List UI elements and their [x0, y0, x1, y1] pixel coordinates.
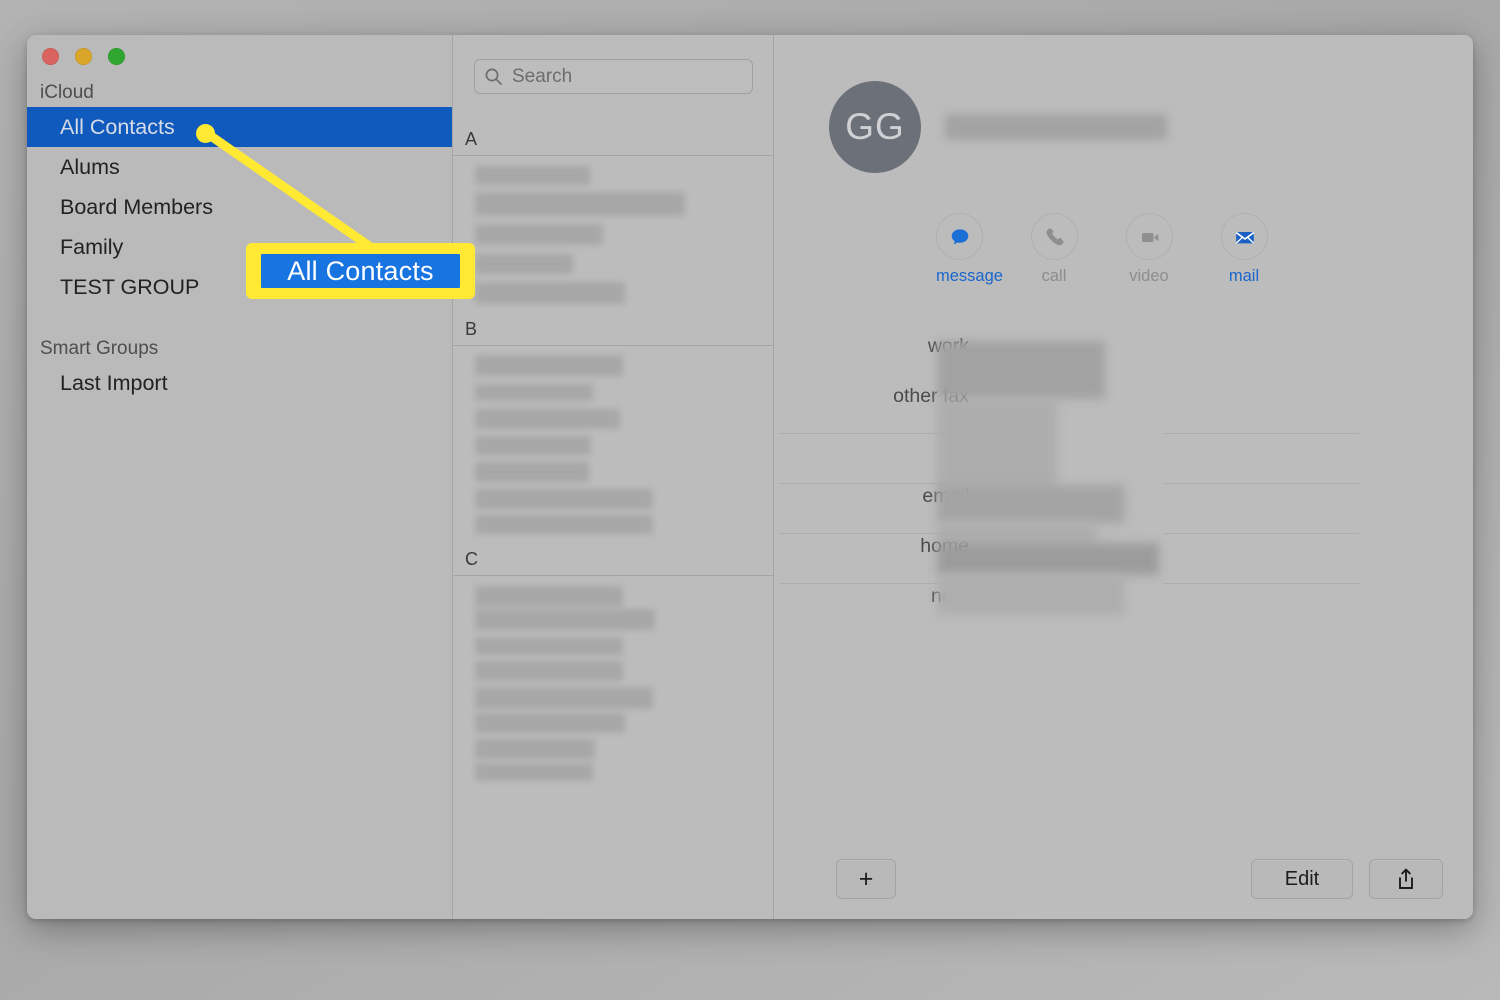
phone-icon — [1046, 227, 1064, 245]
section-letter: C — [453, 540, 773, 576]
contact-action-buttons: message call video mail — [774, 173, 1473, 286]
sidebar-item-all-contacts[interactable]: All Contacts — [27, 107, 452, 147]
list-item[interactable] — [475, 254, 573, 274]
section-rows — [453, 576, 773, 787]
envelope-icon — [1235, 231, 1254, 244]
sidebar-group-header-icloud: iCloud — [40, 82, 94, 103]
chat-bubble-icon — [951, 228, 968, 244]
sidebar: iCloud All Contacts Alums Board Members … — [27, 35, 453, 919]
contacts-window: iCloud All Contacts Alums Board Members … — [27, 35, 1473, 919]
list-item[interactable] — [475, 355, 623, 376]
list-item[interactable] — [475, 384, 593, 401]
list-item[interactable] — [475, 515, 653, 534]
window-traffic-lights — [42, 48, 125, 65]
list-item[interactable] — [475, 661, 623, 681]
add-contact-button[interactable]: + — [836, 859, 896, 899]
sidebar-item-label: TEST GROUP — [60, 275, 200, 299]
section-rows — [453, 156, 773, 310]
field-divider — [1164, 583, 1359, 584]
contact-fields: work other fax email home — [774, 335, 1473, 635]
video-camera-icon — [1141, 232, 1158, 242]
list-item[interactable] — [475, 739, 595, 759]
list-item[interactable] — [475, 224, 603, 245]
share-icon — [1399, 868, 1413, 889]
sidebar-item-label: Board Members — [60, 195, 213, 219]
field-row-blank-1[interactable] — [774, 435, 1473, 485]
field-row-work[interactable]: work — [774, 335, 1473, 385]
contact-section-a: A — [453, 120, 773, 310]
field-values-redacted — [937, 575, 1125, 615]
field-divider — [1164, 533, 1359, 534]
edit-button[interactable]: Edit — [1251, 859, 1353, 899]
contact-detail-panel: GG message call video mail other fax + E… — [774, 35, 1473, 919]
video-icon-circle — [1126, 213, 1173, 260]
message-label: message — [936, 267, 1003, 285]
message-button[interactable]: message — [936, 213, 1003, 286]
sidebar-item-board-members[interactable]: Board Members — [27, 187, 452, 227]
field-values-redacted — [937, 523, 1097, 545]
sidebar-item-family[interactable]: Family — [27, 227, 452, 267]
list-item[interactable] — [475, 166, 590, 185]
field-values-redacted — [937, 341, 1105, 399]
list-item[interactable] — [475, 609, 655, 630]
message-icon-circle — [936, 213, 983, 260]
call-icon-circle — [1031, 213, 1078, 260]
edit-label: Edit — [1284, 867, 1320, 890]
list-item[interactable] — [475, 489, 653, 509]
avatar-initials: GG — [845, 106, 905, 147]
sidebar-item-last-import[interactable]: Last Import — [27, 363, 452, 403]
call-button[interactable]: call — [1031, 213, 1078, 286]
avatar[interactable]: GG — [829, 81, 921, 173]
field-values-redacted — [937, 399, 1057, 489]
sidebar-item-label: All Contacts — [60, 115, 175, 139]
contact-list-column: Search A B C — [453, 35, 774, 919]
list-item[interactable] — [475, 436, 591, 455]
contact-name-redacted — [945, 114, 1167, 140]
contact-section-c: C — [453, 540, 773, 787]
detail-toolbar: + Edit — [774, 859, 1473, 899]
list-item[interactable] — [475, 586, 623, 607]
contact-header: GG — [774, 35, 1473, 173]
sidebar-group-header-smart-groups: Smart Groups — [40, 338, 159, 359]
field-values-redacted — [937, 485, 1125, 523]
add-contact-label: + — [858, 864, 874, 893]
sidebar-item-alums[interactable]: Alums — [27, 147, 452, 187]
field-values-redacted — [937, 543, 1159, 575]
minimize-button[interactable] — [75, 48, 92, 65]
field-divider — [1164, 433, 1359, 434]
list-item[interactable] — [475, 713, 625, 733]
sidebar-item-label: Family — [60, 235, 124, 259]
section-rows — [453, 346, 773, 540]
mail-label: mail — [1228, 267, 1260, 285]
list-item[interactable] — [475, 637, 623, 655]
list-item[interactable] — [475, 282, 625, 304]
field-row-other-fax[interactable]: other fax — [774, 385, 1473, 435]
search-area: Search — [453, 35, 773, 94]
section-letter: A — [453, 120, 773, 156]
field-divider — [1164, 483, 1359, 484]
sidebar-item-label: Alums — [60, 155, 120, 179]
search-placeholder: Search — [512, 65, 573, 87]
list-item[interactable] — [475, 462, 589, 482]
sidebar-item-label: Last Import — [60, 371, 168, 395]
search-input[interactable]: Search — [474, 59, 753, 94]
contact-section-b: B — [453, 310, 773, 540]
list-item[interactable] — [475, 192, 685, 216]
list-item[interactable] — [475, 409, 620, 429]
list-item[interactable] — [475, 763, 593, 781]
mail-button[interactable]: mail — [1221, 213, 1268, 286]
mail-icon-circle — [1221, 213, 1268, 260]
sidebar-item-test-group[interactable]: TEST GROUP — [27, 267, 452, 307]
search-icon — [485, 68, 502, 85]
share-button[interactable] — [1369, 859, 1443, 899]
section-letter: B — [453, 310, 773, 346]
zoom-button[interactable] — [108, 48, 125, 65]
video-label: video — [1129, 267, 1169, 285]
call-label: call — [1041, 267, 1067, 285]
close-button[interactable] — [42, 48, 59, 65]
list-item[interactable] — [475, 687, 653, 709]
video-button[interactable]: video — [1126, 213, 1173, 286]
